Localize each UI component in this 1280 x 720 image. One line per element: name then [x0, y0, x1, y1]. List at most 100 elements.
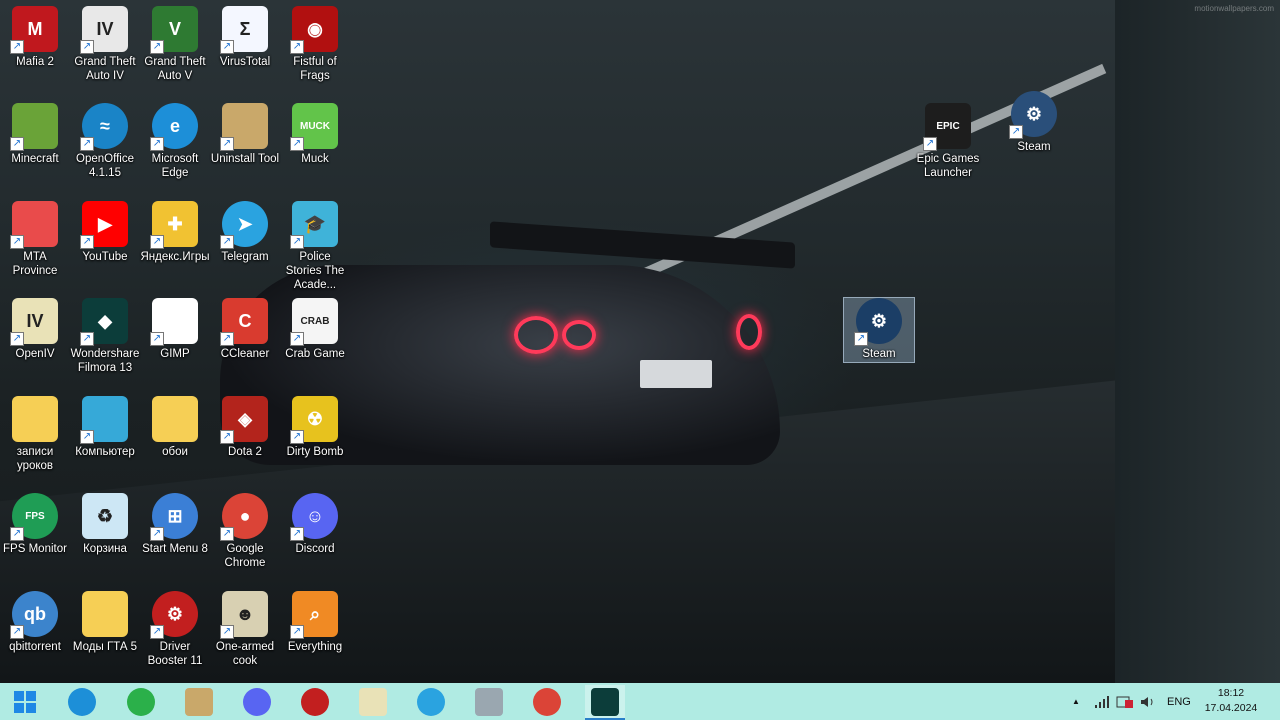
- shortcut-arrow-icon: ↗: [1009, 125, 1023, 139]
- desktop-icon-wondershare-filmora-13[interactable]: ◆ ↗ Wondershare Filmora 13: [70, 298, 140, 375]
- speaker-icon[interactable]: [1140, 683, 1156, 720]
- моды-гта-5-glyph: [82, 591, 128, 637]
- driver-booster-taskbar[interactable]: [295, 685, 335, 718]
- desktop-icon-компьютер[interactable]: ↗ Компьютер: [70, 396, 140, 459]
- language-indicator[interactable]: ENG: [1167, 683, 1191, 720]
- desktop-icon-mafia-2[interactable]: M ↗ Mafia 2: [0, 6, 70, 69]
- shortcut-arrow-icon: ↗: [10, 137, 24, 151]
- wallpaper-license-plate: [640, 360, 712, 388]
- discord-taskbar[interactable]: [237, 685, 277, 718]
- desktop-icon-telegram[interactable]: ➤ ↗ Telegram: [210, 201, 280, 264]
- shortcut-arrow-icon: ↗: [220, 137, 234, 151]
- desktop-icon-virustotal[interactable]: Σ ↗ VirusTotal: [210, 6, 280, 69]
- edge-taskbar[interactable]: [62, 685, 102, 718]
- telegram-icon: [417, 687, 445, 716]
- desktop-icon-one-armed-cook[interactable]: ☻ ↗ One-armed cook: [210, 591, 280, 668]
- openiv-taskbar[interactable]: [353, 685, 393, 718]
- desktop-icon-label: One-armed cook: [215, 641, 275, 667]
- windows-start-button[interactable]: [5, 685, 45, 718]
- filmora-icon: [591, 687, 619, 716]
- desktop-icon-qbittorrent[interactable]: qb ↗ qbittorrent: [0, 591, 70, 654]
- desktop-icon-моды-гта-5[interactable]: Моды ГТА 5: [70, 591, 140, 654]
- network-icon[interactable]: [1094, 683, 1110, 720]
- яндекс-игры-icon: ✚ ↗: [150, 201, 198, 249]
- shortcut-arrow-icon: ↗: [290, 40, 304, 54]
- shortcut-arrow-icon: ↗: [10, 235, 24, 249]
- desktop-icon-openiv[interactable]: IV ↗ OpenIV: [0, 298, 70, 361]
- desktop-icon-label: Grand Theft Auto IV: [74, 56, 136, 82]
- desktop-icon-police-stories-the-acade[interactable]: 🎓 ↗ Police Stories The Acade...: [280, 201, 350, 292]
- desktop-icon-muck[interactable]: MUCK ↗ Muck: [280, 103, 350, 166]
- desktop-icon-minecraft[interactable]: ↗ Minecraft: [0, 103, 70, 166]
- desktop-icon-fps-monitor[interactable]: FPS ↗ FPS Monitor: [0, 493, 70, 556]
- desktop-icon-обои[interactable]: обои: [140, 396, 210, 459]
- youtube-icon: ▶ ↗: [80, 201, 128, 249]
- desktop-icon-driver-booster-11[interactable]: ⚙ ↗ Driver Booster 11: [140, 591, 210, 668]
- desktop-icon-label: qbittorrent: [9, 641, 61, 653]
- desktop-icon-label: Mafia 2: [16, 56, 54, 68]
- chrome-taskbar[interactable]: [527, 685, 567, 718]
- записи-уроков-icon: [12, 396, 58, 442]
- desktop-icon-label: Wondershare Filmora 13: [70, 348, 140, 374]
- crab-game-icon: CRAB ↗: [290, 298, 338, 346]
- desktop-wallpaper: motionwallpapers.com M ↗ Mafia 2 IV ↗ Grand T…: [0, 0, 1280, 683]
- desktop-icon-uninstall-tool[interactable]: ↗ Uninstall Tool: [210, 103, 280, 166]
- clock-time: 18:12: [1217, 687, 1245, 699]
- desktop-icon-label: MTA Province: [12, 251, 58, 277]
- обои-icon: [152, 396, 198, 442]
- wondershare-filmora-13-icon: ◆ ↗: [80, 298, 128, 346]
- image-viewer-icon: [475, 687, 503, 716]
- minecraft-icon: ↗: [10, 103, 58, 151]
- desktop-icon-discord[interactable]: ☺ ↗ Discord: [280, 493, 350, 556]
- desktop-icon-label: Uninstall Tool: [210, 153, 280, 165]
- desktop-icon-label: Корзина: [83, 543, 127, 555]
- desktop-icon-steam[interactable]: ⚙ ↗ Steam: [843, 297, 915, 363]
- desktop-icon-записи-уроков[interactable]: записи уроков: [0, 396, 70, 473]
- shortcut-arrow-icon: ↗: [150, 137, 164, 151]
- desktop-icon-crab-game[interactable]: CRAB ↗ Crab Game: [280, 298, 350, 361]
- shortcut-arrow-icon: ↗: [854, 332, 868, 346]
- wallpaper-tail-light: [736, 314, 762, 350]
- desktop-icon-ccleaner[interactable]: C ↗ CCleaner: [210, 298, 280, 361]
- desktop-icon-корзина[interactable]: ♻ Корзина: [70, 493, 140, 556]
- desktop-icon-google-chrome[interactable]: ● ↗ Google Chrome: [210, 493, 280, 570]
- grand-theft-auto-v-icon: V ↗: [150, 6, 198, 54]
- desktop-icon-youtube[interactable]: ▶ ↗ YouTube: [70, 201, 140, 264]
- desktop-icon-gimp[interactable]: ↗ GIMP: [140, 298, 210, 361]
- filmora-taskbar[interactable]: [585, 685, 625, 720]
- desktop-icon-dota-2[interactable]: ◈ ↗ Dota 2: [210, 396, 280, 459]
- desktop-icon-everything[interactable]: ⌕ ↗ Everything: [280, 591, 350, 654]
- desktop-icon-grand-theft-auto-v[interactable]: V ↗ Grand Theft Auto V: [140, 6, 210, 83]
- tray-overflow-button[interactable]: ▲: [1072, 683, 1080, 720]
- desktop-icon-microsoft-edge[interactable]: e ↗ Microsoft Edge: [140, 103, 210, 180]
- windows-start-icon: [11, 688, 39, 716]
- корзина-icon: ♻: [82, 493, 128, 539]
- desktop-icon-fistful-of-frags[interactable]: ◉ ↗ Fistful of Frags: [280, 6, 350, 83]
- shortcut-arrow-icon: ↗: [220, 332, 234, 346]
- desktop-icon-яндекс-игры[interactable]: ✚ ↗ Яндекс.Игры: [140, 201, 210, 264]
- mta-province-icon: ↗: [10, 201, 58, 249]
- security-tray-icon[interactable]: [1116, 683, 1134, 720]
- image-viewer-taskbar[interactable]: [469, 685, 509, 718]
- desktop-icon-epic-games-launcher[interactable]: EPIC ↗ Epic Games Launcher: [913, 103, 983, 180]
- desktop-icon-openoffice-4-1-15[interactable]: ≈ ↗ OpenOffice 4.1.15: [70, 103, 140, 180]
- grand-theft-auto-iv-icon: IV ↗: [80, 6, 128, 54]
- fps-monitor-taskbar[interactable]: [121, 685, 161, 718]
- desktop-icon-steam[interactable]: ⚙ ↗ Steam: [999, 91, 1069, 154]
- steam-icon: ⚙ ↗: [1009, 91, 1057, 139]
- clock[interactable]: 18:12 17.04.2024: [1200, 686, 1262, 716]
- uninstall-tool-taskbar[interactable]: [179, 685, 219, 718]
- uninstall-tool-icon: [185, 687, 213, 716]
- desktop-icon-mta-province[interactable]: ↗ MTA Province: [0, 201, 70, 278]
- shortcut-arrow-icon: ↗: [923, 137, 937, 151]
- desktop-icon-label: Driver Booster 11: [147, 641, 203, 667]
- desktop-icon-dirty-bomb[interactable]: ☢ ↗ Dirty Bomb: [280, 396, 350, 459]
- wallpaper-tail-light: [514, 316, 558, 354]
- desktop-icon-grand-theft-auto-iv[interactable]: IV ↗ Grand Theft Auto IV: [70, 6, 140, 83]
- desktop-icon-start-menu-8[interactable]: ⊞ ↗ Start Menu 8: [140, 493, 210, 556]
- shortcut-arrow-icon: ↗: [150, 625, 164, 639]
- desktop-icon-label: GIMP: [160, 348, 190, 360]
- desktop-icon-label: Dirty Bomb: [286, 446, 344, 458]
- clock-date: 17.04.2024: [1204, 702, 1258, 714]
- telegram-taskbar[interactable]: [411, 685, 451, 718]
